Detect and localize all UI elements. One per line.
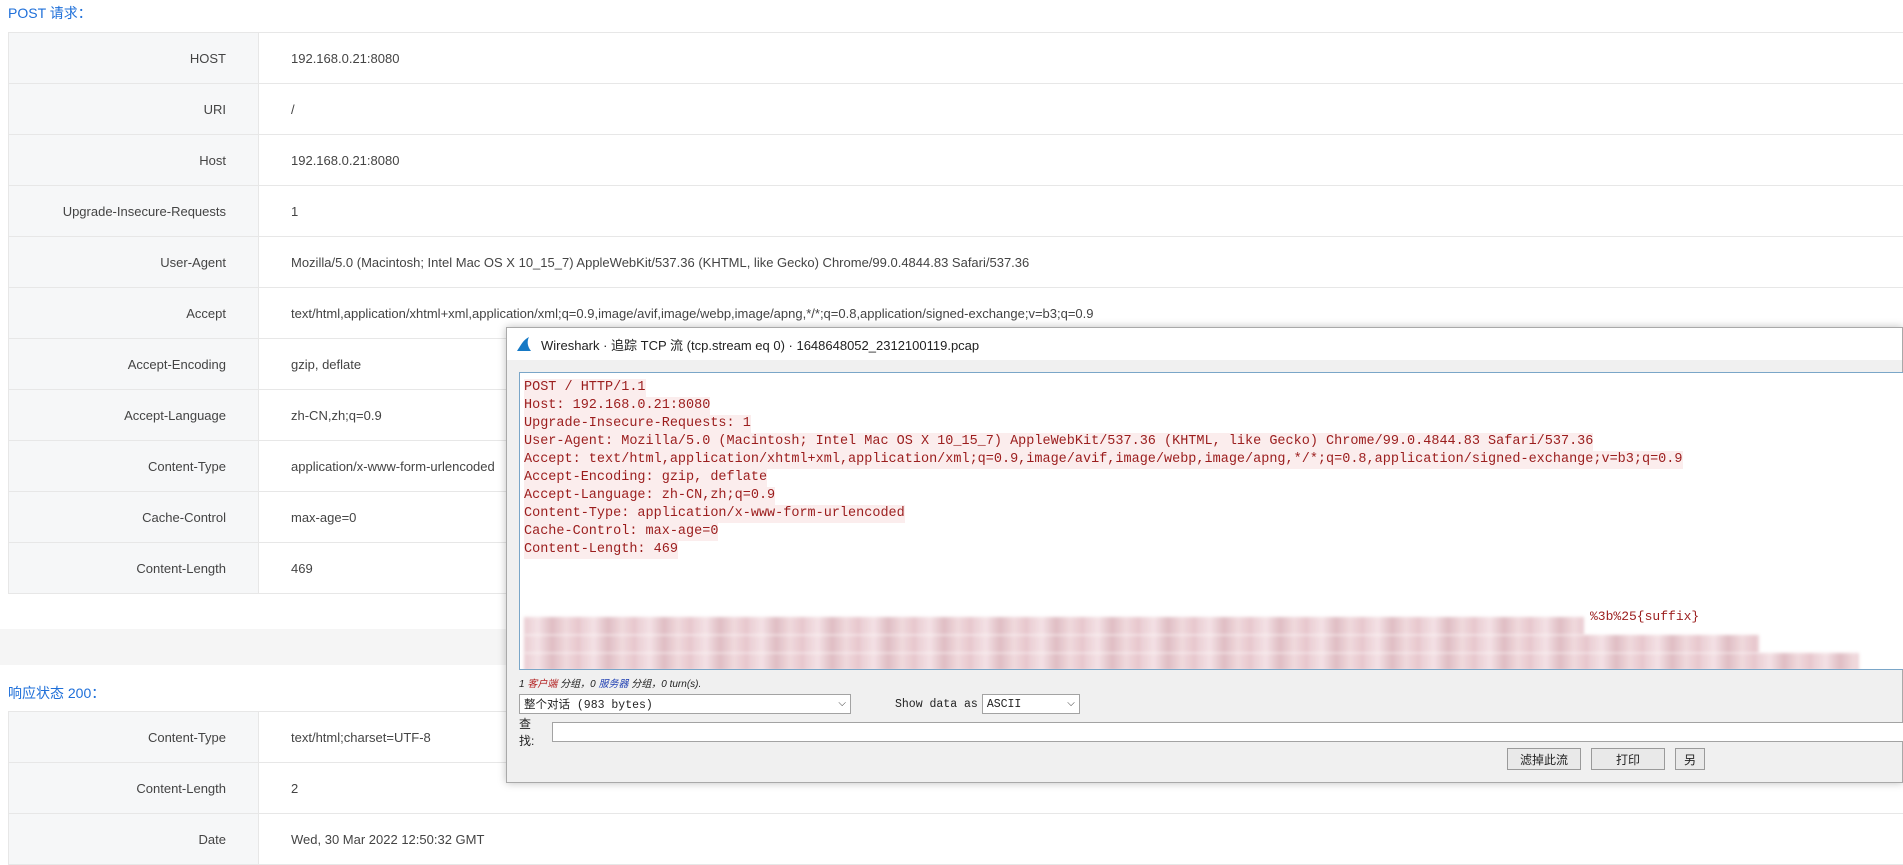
response-section-title: 响应状态 200：: [8, 683, 105, 703]
stream-line: Accept: text/html,application/xhtml+xml,…: [524, 451, 1683, 469]
redacted-body-line-1: [524, 617, 1584, 635]
find-label: 查找:: [519, 715, 546, 749]
find-row: 查找:: [519, 721, 1903, 743]
summary-mid: 分组，0: [557, 679, 598, 690]
stream-line: Host: 192.168.0.21:8080: [524, 397, 710, 415]
header-value: 192.168.0.21:8080: [259, 135, 1903, 186]
header-value: 1: [259, 186, 1903, 237]
header-key: Content-Length: [9, 543, 259, 594]
header-value: Mozilla/5.0 (Macintosh; Intel Mac OS X 1…: [259, 237, 1903, 288]
header-key: User-Agent: [9, 237, 259, 288]
stream-line: Cache-Control: max-age=0: [524, 523, 718, 541]
header-key: Accept: [9, 288, 259, 339]
header-row: User-AgentMozilla/5.0 (Macintosh; Intel …: [9, 237, 1903, 288]
packet-summary: 1 客户端 分组，0 服务器 分组，0 turn(s).: [519, 675, 701, 690]
show-data-select[interactable]: ASCII ⌵: [982, 694, 1080, 714]
stream-line: Content-Length: 469: [524, 541, 678, 559]
conversation-select-value: 整个对话 (983 bytes): [524, 696, 653, 712]
chevron-down-icon: ⌵: [1067, 698, 1075, 710]
header-value: /: [259, 84, 1903, 135]
dialog-buttons: 滤掉此流 打印 另: [1507, 748, 1705, 770]
chevron-down-icon: ⌵: [838, 698, 846, 710]
summary-suffix: 分组，0 turn(s).: [628, 679, 701, 690]
find-input[interactable]: [552, 722, 1903, 742]
dialog-titlebar[interactable]: Wireshark · 追踪 TCP 流 (tcp.stream eq 0) ·…: [507, 328, 1902, 360]
header-key: Host: [9, 135, 259, 186]
header-key: Cache-Control: [9, 492, 259, 543]
stream-line: POST / HTTP/1.1: [524, 379, 646, 397]
stream-line: Accept-Language: zh-CN,zh;q=0.9: [524, 487, 775, 505]
header-key: HOST: [9, 33, 259, 84]
header-row: Host192.168.0.21:8080: [9, 135, 1903, 186]
stream-line: Content-Type: application/x-www-form-url…: [524, 505, 905, 523]
stream-content-area[interactable]: POST / HTTP/1.1Host: 192.168.0.21:8080Up…: [519, 372, 1903, 670]
summary-server: 服务器: [598, 679, 628, 690]
show-data-label: Show data as: [895, 698, 978, 711]
header-row: DateWed, 30 Mar 2022 12:50:32 GMT: [9, 814, 1903, 865]
stream-line: Upgrade-Insecure-Requests: 1: [524, 415, 751, 433]
header-key: Accept-Encoding: [9, 339, 259, 390]
stream-controls-row: 整个对话 (983 bytes) ⌵ Show data as ASCII ⌵: [519, 693, 1080, 715]
stream-lines: POST / HTTP/1.1Host: 192.168.0.21:8080Up…: [524, 379, 1899, 559]
request-section-title: POST 请求：: [8, 3, 92, 23]
wireshark-follow-stream-dialog: Wireshark · 追踪 TCP 流 (tcp.stream eq 0) ·…: [506, 327, 1903, 783]
header-key: URI: [9, 84, 259, 135]
redacted-body-line-2: [524, 635, 1759, 653]
header-key: Content-Type: [9, 712, 259, 763]
summary-client: 客户端: [527, 679, 557, 690]
dialog-title: Wireshark · 追踪 TCP 流 (tcp.stream eq 0) ·…: [541, 335, 979, 354]
header-key: Upgrade-Insecure-Requests: [9, 186, 259, 237]
header-row: HOST192.168.0.21:8080: [9, 33, 1903, 84]
print-button[interactable]: 打印: [1591, 748, 1665, 770]
stream-line: User-Agent: Mozilla/5.0 (Macintosh; Inte…: [524, 433, 1593, 451]
filter-out-stream-button[interactable]: 滤掉此流: [1507, 748, 1581, 770]
wireshark-fin-icon: [515, 335, 533, 353]
header-row: URI/: [9, 84, 1903, 135]
header-row: Upgrade-Insecure-Requests1: [9, 186, 1903, 237]
redacted-body-line-3: [524, 653, 1859, 670]
save-as-button[interactable]: 另: [1675, 748, 1705, 770]
header-key: Accept-Language: [9, 390, 259, 441]
header-key: Date: [9, 814, 259, 865]
header-key: Content-Length: [9, 763, 259, 814]
header-value: Wed, 30 Mar 2022 12:50:32 GMT: [259, 814, 1903, 865]
conversation-select[interactable]: 整个对话 (983 bytes) ⌵: [519, 694, 851, 714]
header-value: 192.168.0.21:8080: [259, 33, 1903, 84]
show-data-value: ASCII: [987, 698, 1022, 711]
body-visible-fragment: %3b%25{suffix}: [1590, 608, 1699, 626]
stream-line: Accept-Encoding: gzip, deflate: [524, 469, 767, 487]
header-key: Content-Type: [9, 441, 259, 492]
